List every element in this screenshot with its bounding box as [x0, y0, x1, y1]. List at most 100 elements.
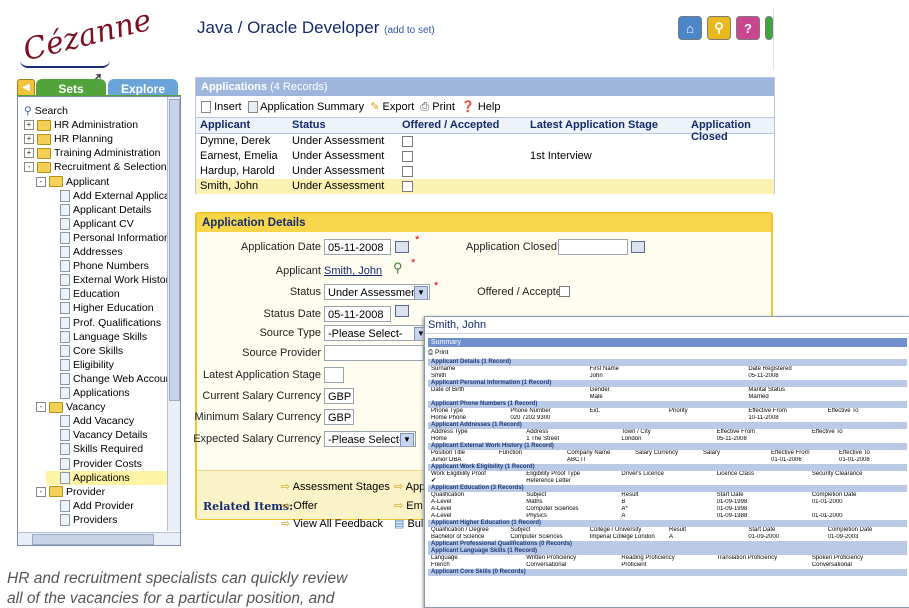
tree-item-label[interactable]: Vacancy — [66, 400, 106, 414]
chevron-down-icon[interactable]: ▼ — [414, 286, 428, 299]
collapse-icon[interactable]: - — [36, 176, 46, 187]
tree-item[interactable]: - Vacancy — [36, 400, 106, 414]
tree-item-label[interactable]: Phone Numbers — [73, 259, 149, 273]
col-status[interactable]: Status — [292, 119, 326, 131]
tree-item-label[interactable]: HR Administration — [54, 118, 138, 132]
offered-accepted-checkbox[interactable] — [402, 136, 413, 147]
tree-item[interactable]: - Provider — [36, 485, 105, 499]
tree-item[interactable]: Change Web Account F — [60, 372, 180, 386]
application-date-field[interactable]: 05-11-2008 — [324, 239, 391, 255]
summary-section-header[interactable]: Applicant Addresses (1 Record) — [428, 422, 907, 429]
tree-item-label[interactable]: External Work History — [73, 273, 174, 287]
collapse-icon[interactable]: - — [36, 486, 46, 497]
print-icon[interactable]: ⎙ — [420, 101, 429, 113]
tree-item[interactable]: Applicant Details — [60, 203, 151, 217]
collapse-icon[interactable]: - — [36, 402, 46, 413]
offered-accepted-checkbox[interactable] — [402, 151, 413, 162]
insert-button[interactable]: Insert — [214, 101, 242, 113]
buli-link[interactable]: ▤ Buli — [394, 517, 426, 530]
summary-section-header[interactable]: Applicant Core Skills (0 Records) — [428, 569, 907, 576]
tree-item-label[interactable]: Applications — [73, 471, 130, 485]
summary-section-header[interactable]: Applicant Education (3 Records) — [428, 485, 907, 492]
status-select[interactable]: Under Assessment ▼ — [324, 284, 430, 300]
summary-section-header[interactable]: Applicant External Work History (1 Recor… — [428, 443, 907, 450]
tree-item[interactable]: - Applicant — [36, 175, 109, 189]
summary-section-header[interactable]: Applicant Language Skills (1 Record) — [428, 548, 907, 555]
tree-item[interactable]: + Training Administration — [24, 146, 160, 160]
help-small-icon[interactable]: ❓ — [461, 101, 475, 113]
tree-horizontal-scrollbar[interactable] — [18, 532, 180, 545]
tree-item[interactable]: ⚲ Search — [24, 104, 68, 118]
view-all-feedback-label[interactable]: View All Feedback — [293, 518, 383, 530]
tree-item-label[interactable]: Prof. Qualifications — [73, 316, 161, 330]
status-date-field[interactable]: 05-11-2008 — [324, 306, 391, 322]
offered-accepted-checkbox[interactable] — [559, 286, 570, 297]
app-link[interactable]: ⇨ App — [394, 480, 425, 493]
table-row[interactable]: Smith, John Under Assessment — [196, 179, 774, 194]
summary-print-label[interactable]: Print — [435, 349, 448, 356]
tree-item[interactable]: Core Skills — [60, 344, 123, 358]
table-row[interactable]: Earnest, Emelia Under Assessment 1st Inter… — [196, 149, 774, 164]
tree-item-label[interactable]: Change Web Account F — [73, 372, 180, 386]
tree-item-label[interactable]: Add External Applicant — [73, 189, 179, 203]
tree-item-label[interactable]: Eligibility — [73, 358, 114, 372]
summary-section-header[interactable]: Applicant Work Eligibility (1 Record) — [428, 464, 907, 471]
source-type-select[interactable]: -Please Select- ▼ — [324, 325, 430, 341]
expected-currency-select[interactable]: -Please Select- ▼ — [324, 431, 416, 447]
tree-item-label[interactable]: Personal Information — [73, 231, 170, 245]
tree-item-label[interactable]: Vacancy Details — [73, 428, 148, 442]
tree-item-label[interactable]: Core Skills — [73, 344, 123, 358]
tree-item-label[interactable]: Search — [35, 104, 68, 118]
summary-icon[interactable] — [247, 101, 258, 114]
application-summary-button[interactable]: Application Summary — [260, 101, 364, 113]
tree-item[interactable]: Applications — [60, 386, 130, 400]
offered-accepted-checkbox[interactable] — [402, 166, 413, 177]
summary-section-header[interactable]: Applicant Details (1 Record) — [428, 359, 907, 366]
expand-icon[interactable]: + — [24, 134, 34, 145]
tree-item-label[interactable]: Applicant Details — [73, 203, 151, 217]
tree-item[interactable]: Phone Numbers — [60, 259, 149, 273]
tree-item-label[interactable]: Applicant — [66, 175, 109, 189]
scroll-thumb[interactable] — [169, 99, 180, 401]
em-label[interactable]: Em — [406, 500, 423, 512]
tree-item-label[interactable]: Training Administration — [54, 146, 160, 160]
assessment-stages-link[interactable]: ⇨ Assessment Stages — [281, 480, 390, 493]
help-button[interactable]: Help — [478, 101, 501, 113]
print-icon[interactable]: ⎙ — [428, 349, 433, 356]
summary-section-header[interactable]: Applicant Higher Education (1 Record) — [428, 520, 907, 527]
view-all-feedback-link[interactable]: ⇨ View All Feedback — [281, 517, 383, 530]
app-label[interactable]: App — [406, 481, 426, 493]
table-row[interactable]: Hardup, Harold Under Assessment — [196, 164, 774, 179]
tree-item[interactable]: Prof. Qualifications — [60, 316, 161, 330]
summary-print[interactable]: ⎙ Print — [428, 349, 907, 357]
applicant-lookup-icon[interactable]: ⚲ — [393, 260, 403, 276]
em-link[interactable]: ⇨ Em — [394, 499, 423, 512]
tree-item[interactable]: Addresses — [60, 245, 123, 259]
applicant-link[interactable]: Smith, John — [324, 265, 382, 277]
summary-section-header[interactable]: Applicant Personal Information (1 Record… — [428, 380, 907, 387]
chevron-down-icon[interactable]: ▼ — [400, 433, 414, 446]
tree-item-label[interactable]: Provider — [66, 485, 105, 499]
tree-item[interactable]: Higher Education — [60, 301, 154, 315]
application-closed-field[interactable] — [558, 239, 628, 255]
scroll-thumb-horizontal[interactable] — [32, 534, 154, 545]
tree-item[interactable]: Language Skills — [60, 330, 147, 344]
tree-item[interactable]: Skills Required — [60, 442, 143, 456]
calendar-icon[interactable] — [631, 241, 645, 253]
expand-icon[interactable]: + — [24, 120, 34, 131]
table-row[interactable]: Dymne, Derek Under Assessment — [196, 134, 774, 149]
tree-item-label[interactable]: Skills Required — [73, 442, 143, 456]
tree-item[interactable]: + HR Administration — [24, 118, 138, 132]
tree-item[interactable]: Education — [60, 287, 120, 301]
offer-label[interactable]: Offer — [293, 500, 317, 512]
source-provider-field[interactable] — [324, 345, 424, 361]
tree-item-label[interactable]: Higher Education — [73, 301, 154, 315]
tree-item-label[interactable]: Language Skills — [73, 330, 147, 344]
calendar-icon[interactable] — [395, 305, 409, 317]
offered-accepted-checkbox[interactable] — [402, 181, 413, 192]
export-icon[interactable]: ✎ — [370, 101, 379, 113]
tree-item[interactable]: Provider Costs — [60, 457, 142, 471]
tree-item[interactable]: Vacancy Details — [60, 428, 148, 442]
latest-stage-field[interactable] — [324, 367, 344, 383]
tree-item[interactable]: External Work History — [60, 273, 174, 287]
